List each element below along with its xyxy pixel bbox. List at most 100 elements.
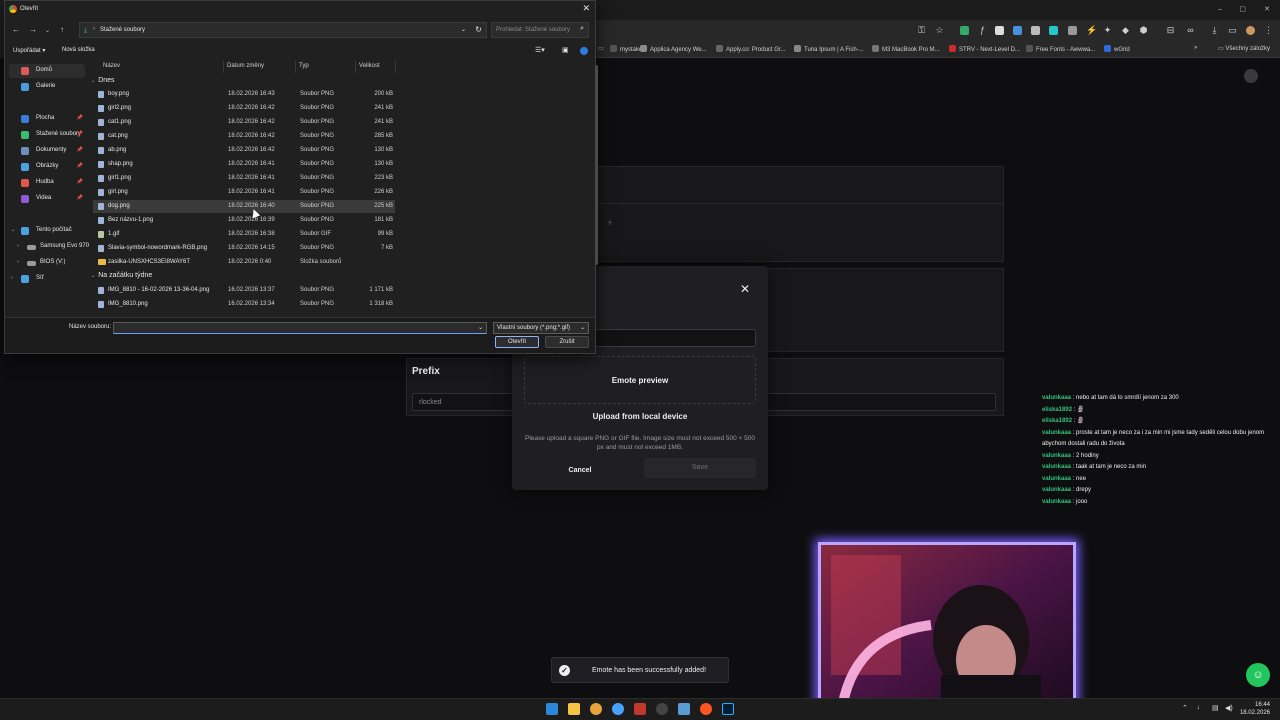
refresh-icon[interactable]: ↻ <box>475 25 482 34</box>
column-header-name[interactable]: Název <box>103 63 120 69</box>
download-icon[interactable]: ⤓ <box>1210 26 1219 35</box>
key-icon[interactable]: ⚿ <box>917 26 926 35</box>
bookmark-item[interactable]: Tuna Ipsum | A Fish-... <box>794 45 864 53</box>
forward-arrow-icon[interactable]: → <box>29 25 37 34</box>
bookmark-item[interactable]: mystake <box>610 45 642 53</box>
column-header-type[interactable]: Typ <box>299 63 309 69</box>
open-button[interactable]: Otevřít <box>495 336 539 348</box>
extension-icon[interactable]: ⬢ <box>1139 26 1148 35</box>
sidebar-item-drive[interactable]: › Samsung Evo 970 <box>9 240 89 254</box>
extension-icon[interactable] <box>1049 26 1058 35</box>
sidebar-item-drive[interactable]: › BIOS (V:) <box>9 256 85 270</box>
recent-locations-icon[interactable]: ⌄ <box>45 27 50 34</box>
app-icon[interactable] <box>656 703 668 715</box>
sidebar-item-music[interactable]: Hudba 📌 <box>9 176 85 190</box>
file-row-hovered[interactable]: dog.png 18.02.2026 16:40 Soubor PNG 225 kB <box>93 200 395 213</box>
extension-icon[interactable] <box>1068 26 1077 35</box>
user-avatar[interactable] <box>1244 69 1258 83</box>
search-input[interactable]: Prohledat: Stažené soubory ⌕ <box>491 22 589 38</box>
profile-avatar[interactable] <box>1246 26 1255 35</box>
sidebar-item-pictures[interactable]: Obrázky 📌 <box>9 160 85 174</box>
all-bookmarks[interactable]: ▭ Všechny záložky <box>1218 45 1270 52</box>
sidebar-item-home[interactable]: Domů <box>9 64 85 78</box>
file-row[interactable]: IMG_8810 - 16-02-2026 13-36-04.png 16.02.… <box>93 284 395 297</box>
browser-menu-icon[interactable]: ⋮ <box>1264 26 1273 35</box>
sidebar-item-videos[interactable]: Videa 📌 <box>9 192 85 206</box>
file-row[interactable]: girl1.png 18.02.2026 16:41 Soubor PNG 223 k… <box>93 172 395 185</box>
microphone-icon[interactable]: ♩ <box>1197 704 1204 711</box>
bookmark-item[interactable]: STRV - Next-Level D... <box>949 45 1020 53</box>
extension-icon[interactable]: ∞ <box>1186 26 1195 35</box>
extension-icon[interactable]: ✦ <box>1103 26 1112 35</box>
extension-icon[interactable]: ⚡ <box>1086 26 1097 35</box>
bookmark-item[interactable]: wGrid <box>1104 45 1130 53</box>
extension-icon[interactable] <box>1031 26 1040 35</box>
chevron-right-icon[interactable]: › <box>17 259 19 265</box>
group-header-week[interactable]: ⌄ Na začátku týdne <box>91 272 152 279</box>
bookmark-item[interactable]: Apply.co: Product Gr... <box>716 45 786 53</box>
extensions-puzzle-icon[interactable]: ◆ <box>1121 26 1130 35</box>
add-emote-icon[interactable]: + <box>607 218 613 229</box>
breadcrumb-path[interactable]: Stažené soubory <box>100 27 145 33</box>
sidebar-item-this-pc[interactable]: ⌄ Tento počítač <box>9 224 85 238</box>
chevron-down-icon[interactable]: ⌄ <box>461 26 466 33</box>
start-windows-icon[interactable] <box>546 703 558 715</box>
sidebar-item-documents[interactable]: Dokumenty 📌 <box>9 144 85 158</box>
file-row[interactable]: boy.png 18.02.2026 16:43 Soubor PNG 200 kB <box>93 88 395 101</box>
column-divider[interactable] <box>295 61 296 73</box>
preview-pane-icon[interactable]: ▣ <box>562 46 569 54</box>
chrome-icon[interactable] <box>590 703 602 715</box>
file-row[interactable]: cat.png 18.02.2026 16:42 Soubor PNG 285 kB <box>93 130 395 143</box>
bookmark-item[interactable]: Applica Agency We... <box>640 45 707 53</box>
file-row[interactable]: IMG_8810.png 16.02.2026 13:34 Soubor PNG 1 … <box>93 298 395 311</box>
group-header-today[interactable]: ⌄ Dnes <box>91 77 115 84</box>
file-explorer-icon[interactable] <box>568 703 580 715</box>
extension-icon[interactable]: ƒ <box>978 26 987 35</box>
file-row[interactable]: Bez názvu-1.png 18.02.2026 16:39 Soubor PN… <box>93 214 395 227</box>
close-icon[interactable]: ✕ <box>740 282 750 296</box>
network-icon[interactable]: ▤ <box>1212 704 1219 712</box>
cancel-dialog-button[interactable]: Zrušit <box>545 336 589 348</box>
minimize-icon[interactable]: – <box>1218 6 1222 13</box>
app-icon[interactable] <box>634 703 646 715</box>
app-icon[interactable] <box>700 703 712 715</box>
extension-icon[interactable] <box>1013 26 1022 35</box>
file-row[interactable]: shap.png 18.02.2026 16:41 Soubor PNG 130 kB <box>93 158 395 171</box>
bookmark-item[interactable]: Free Fonts - Awwwa... <box>1026 45 1095 53</box>
chevron-down-icon[interactable]: ⌄ <box>478 324 483 331</box>
app-icon[interactable] <box>612 703 624 715</box>
file-row[interactable]: 1.gif 18.02.2026 16:38 Soubor GIF 99 kB <box>93 228 395 241</box>
column-header-date[interactable]: Datum změny <box>227 63 264 69</box>
file-row[interactable]: girl2.png 18.02.2026 16:42 Soubor PNG 241 k… <box>93 102 395 115</box>
file-row[interactable]: Slavia-symbol-nowordmark-RGB.png 18.02.20… <box>93 242 395 255</box>
steam-icon[interactable] <box>678 703 690 715</box>
sidebar-item-gallery[interactable]: Galerie <box>9 80 85 94</box>
photoshop-icon[interactable] <box>722 703 734 715</box>
window-close-icon[interactable]: ✕ <box>1264 5 1270 13</box>
side-panel-icon[interactable]: ▭ <box>1228 26 1237 35</box>
column-header-size[interactable]: Velikost <box>359 63 380 69</box>
tab-search-icon[interactable]: ⊟ <box>1166 26 1175 35</box>
folder-row[interactable]: zasilka-UNSXHCS3EI8WAY6T 18.02.2026 0:40 S… <box>93 256 395 269</box>
maximize-icon[interactable]: ▢ <box>1239 5 1246 13</box>
sidebar-item-desktop[interactable]: Plocha 📌 <box>9 112 85 126</box>
chevron-down-icon[interactable]: ⌄ <box>11 227 15 233</box>
up-arrow-icon[interactable]: ↑ <box>60 25 64 34</box>
save-button[interactable]: Save <box>644 458 756 478</box>
column-divider[interactable] <box>355 61 356 73</box>
back-arrow-icon[interactable]: ← <box>12 25 20 34</box>
filename-input[interactable]: ⌄ <box>113 322 487 334</box>
file-row[interactable]: ab.png 18.02.2026 16:42 Soubor PNG 130 kB <box>93 144 395 157</box>
tray-chevron-icon[interactable]: ⌃ <box>1182 704 1188 712</box>
sidebar-item-downloads[interactable]: Stažené soubory 📌 <box>9 128 85 142</box>
sidebar-item-network[interactable]: › Síť <box>9 272 85 286</box>
upload-button[interactable]: Upload from local device <box>524 412 756 421</box>
column-divider[interactable] <box>395 61 396 73</box>
system-clock[interactable]: 16:44 18.02.2026 <box>1240 701 1270 717</box>
extension-icon[interactable] <box>995 26 1004 35</box>
bookmark-star-icon[interactable]: ☆ <box>935 26 944 35</box>
view-options-icon[interactable]: ☰▾ <box>535 46 545 54</box>
bookmark-folder-icon[interactable]: ▭ <box>598 45 604 52</box>
chevron-right-icon[interactable]: › <box>11 275 13 281</box>
file-row[interactable]: cat1.png 18.02.2026 16:42 Soubor PNG 241 kB <box>93 116 395 129</box>
